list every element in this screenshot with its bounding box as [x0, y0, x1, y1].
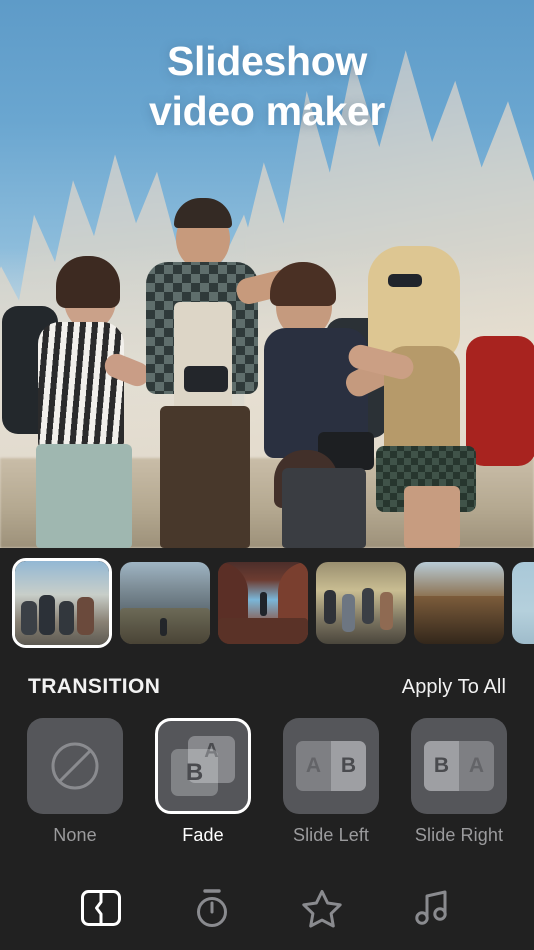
- preview-person-4: [346, 218, 534, 548]
- transition-option-slide-right-tile[interactable]: B A: [411, 718, 507, 814]
- transition-panel: TRANSITION Apply To All None A B Fade A …: [0, 658, 534, 873]
- transition-icon: [81, 889, 122, 926]
- transition-option-slide-left-label: Slide Left: [292, 825, 370, 845]
- slide-right-frame-a: A: [468, 754, 485, 777]
- thumbnail-image-4: [316, 562, 406, 644]
- transition-options-list: None A B Fade A B Slide Left B A Slide R…: [0, 718, 534, 868]
- thumbnail-item-2[interactable]: [120, 562, 210, 644]
- transition-option-fade-tile[interactable]: A B: [155, 718, 251, 814]
- slide-left-icon: A B: [296, 741, 366, 791]
- tab-music[interactable]: [402, 884, 464, 932]
- slide-left-frame-b: B: [331, 741, 366, 791]
- thumbnail-image-3: [218, 562, 308, 644]
- transition-option-fade-label: Fade: [182, 825, 224, 845]
- preview-title-line-1: Slideshow: [166, 38, 368, 84]
- bottom-tab-bar: [0, 873, 534, 950]
- transition-section-title: TRANSITION: [28, 675, 161, 698]
- thumbnail-image-1: [15, 561, 109, 645]
- preview-title: Slideshow video maker: [0, 36, 534, 136]
- thumbnail-item-5[interactable]: [414, 562, 504, 644]
- thumbnail-item-1[interactable]: [12, 558, 112, 648]
- slide-left-frame-a: A: [305, 754, 322, 777]
- transition-panel-header: TRANSITION Apply To All: [0, 672, 534, 702]
- thumbnail-item-4[interactable]: [316, 562, 406, 644]
- star-icon: [302, 889, 342, 927]
- slide-right-frame-b: B: [424, 741, 459, 791]
- stopwatch-icon: [196, 888, 227, 927]
- slide-thumbnail-strip[interactable]: [0, 548, 534, 658]
- transition-option-none-tile[interactable]: [27, 718, 123, 814]
- apply-to-all-button[interactable]: Apply To All: [402, 676, 506, 699]
- thumbnail-item-3[interactable]: [218, 562, 308, 644]
- music-note-icon: [415, 890, 447, 925]
- thumbnail-image-5: [414, 562, 504, 644]
- thumbnail-item-6[interactable]: [512, 562, 534, 644]
- transition-option-slide-left[interactable]: A B Slide Left: [280, 718, 382, 846]
- thumbnail-image-2: [120, 562, 210, 644]
- transition-option-none[interactable]: None: [24, 718, 126, 846]
- tab-effects[interactable]: [291, 884, 353, 932]
- thumbnail-image-6: [512, 562, 534, 644]
- transition-option-none-label: None: [53, 825, 97, 845]
- circle-slash-icon: [51, 742, 99, 790]
- transition-option-fade[interactable]: A B Fade: [152, 718, 254, 846]
- video-preview[interactable]: Slideshow video maker: [0, 0, 534, 548]
- app-root: Slideshow video maker TRANSITION Apply T…: [0, 0, 534, 950]
- transition-option-slide-left-tile[interactable]: A B: [283, 718, 379, 814]
- preview-title-line-2: video maker: [149, 88, 385, 134]
- tab-duration[interactable]: [181, 884, 243, 932]
- slide-right-icon: B A: [424, 741, 494, 791]
- fade-card-front: B: [171, 749, 218, 796]
- tab-transition[interactable]: [70, 884, 132, 932]
- transition-option-slide-right[interactable]: B A Slide Right: [408, 718, 510, 846]
- transition-option-slide-right-label: Slide Right: [414, 825, 504, 845]
